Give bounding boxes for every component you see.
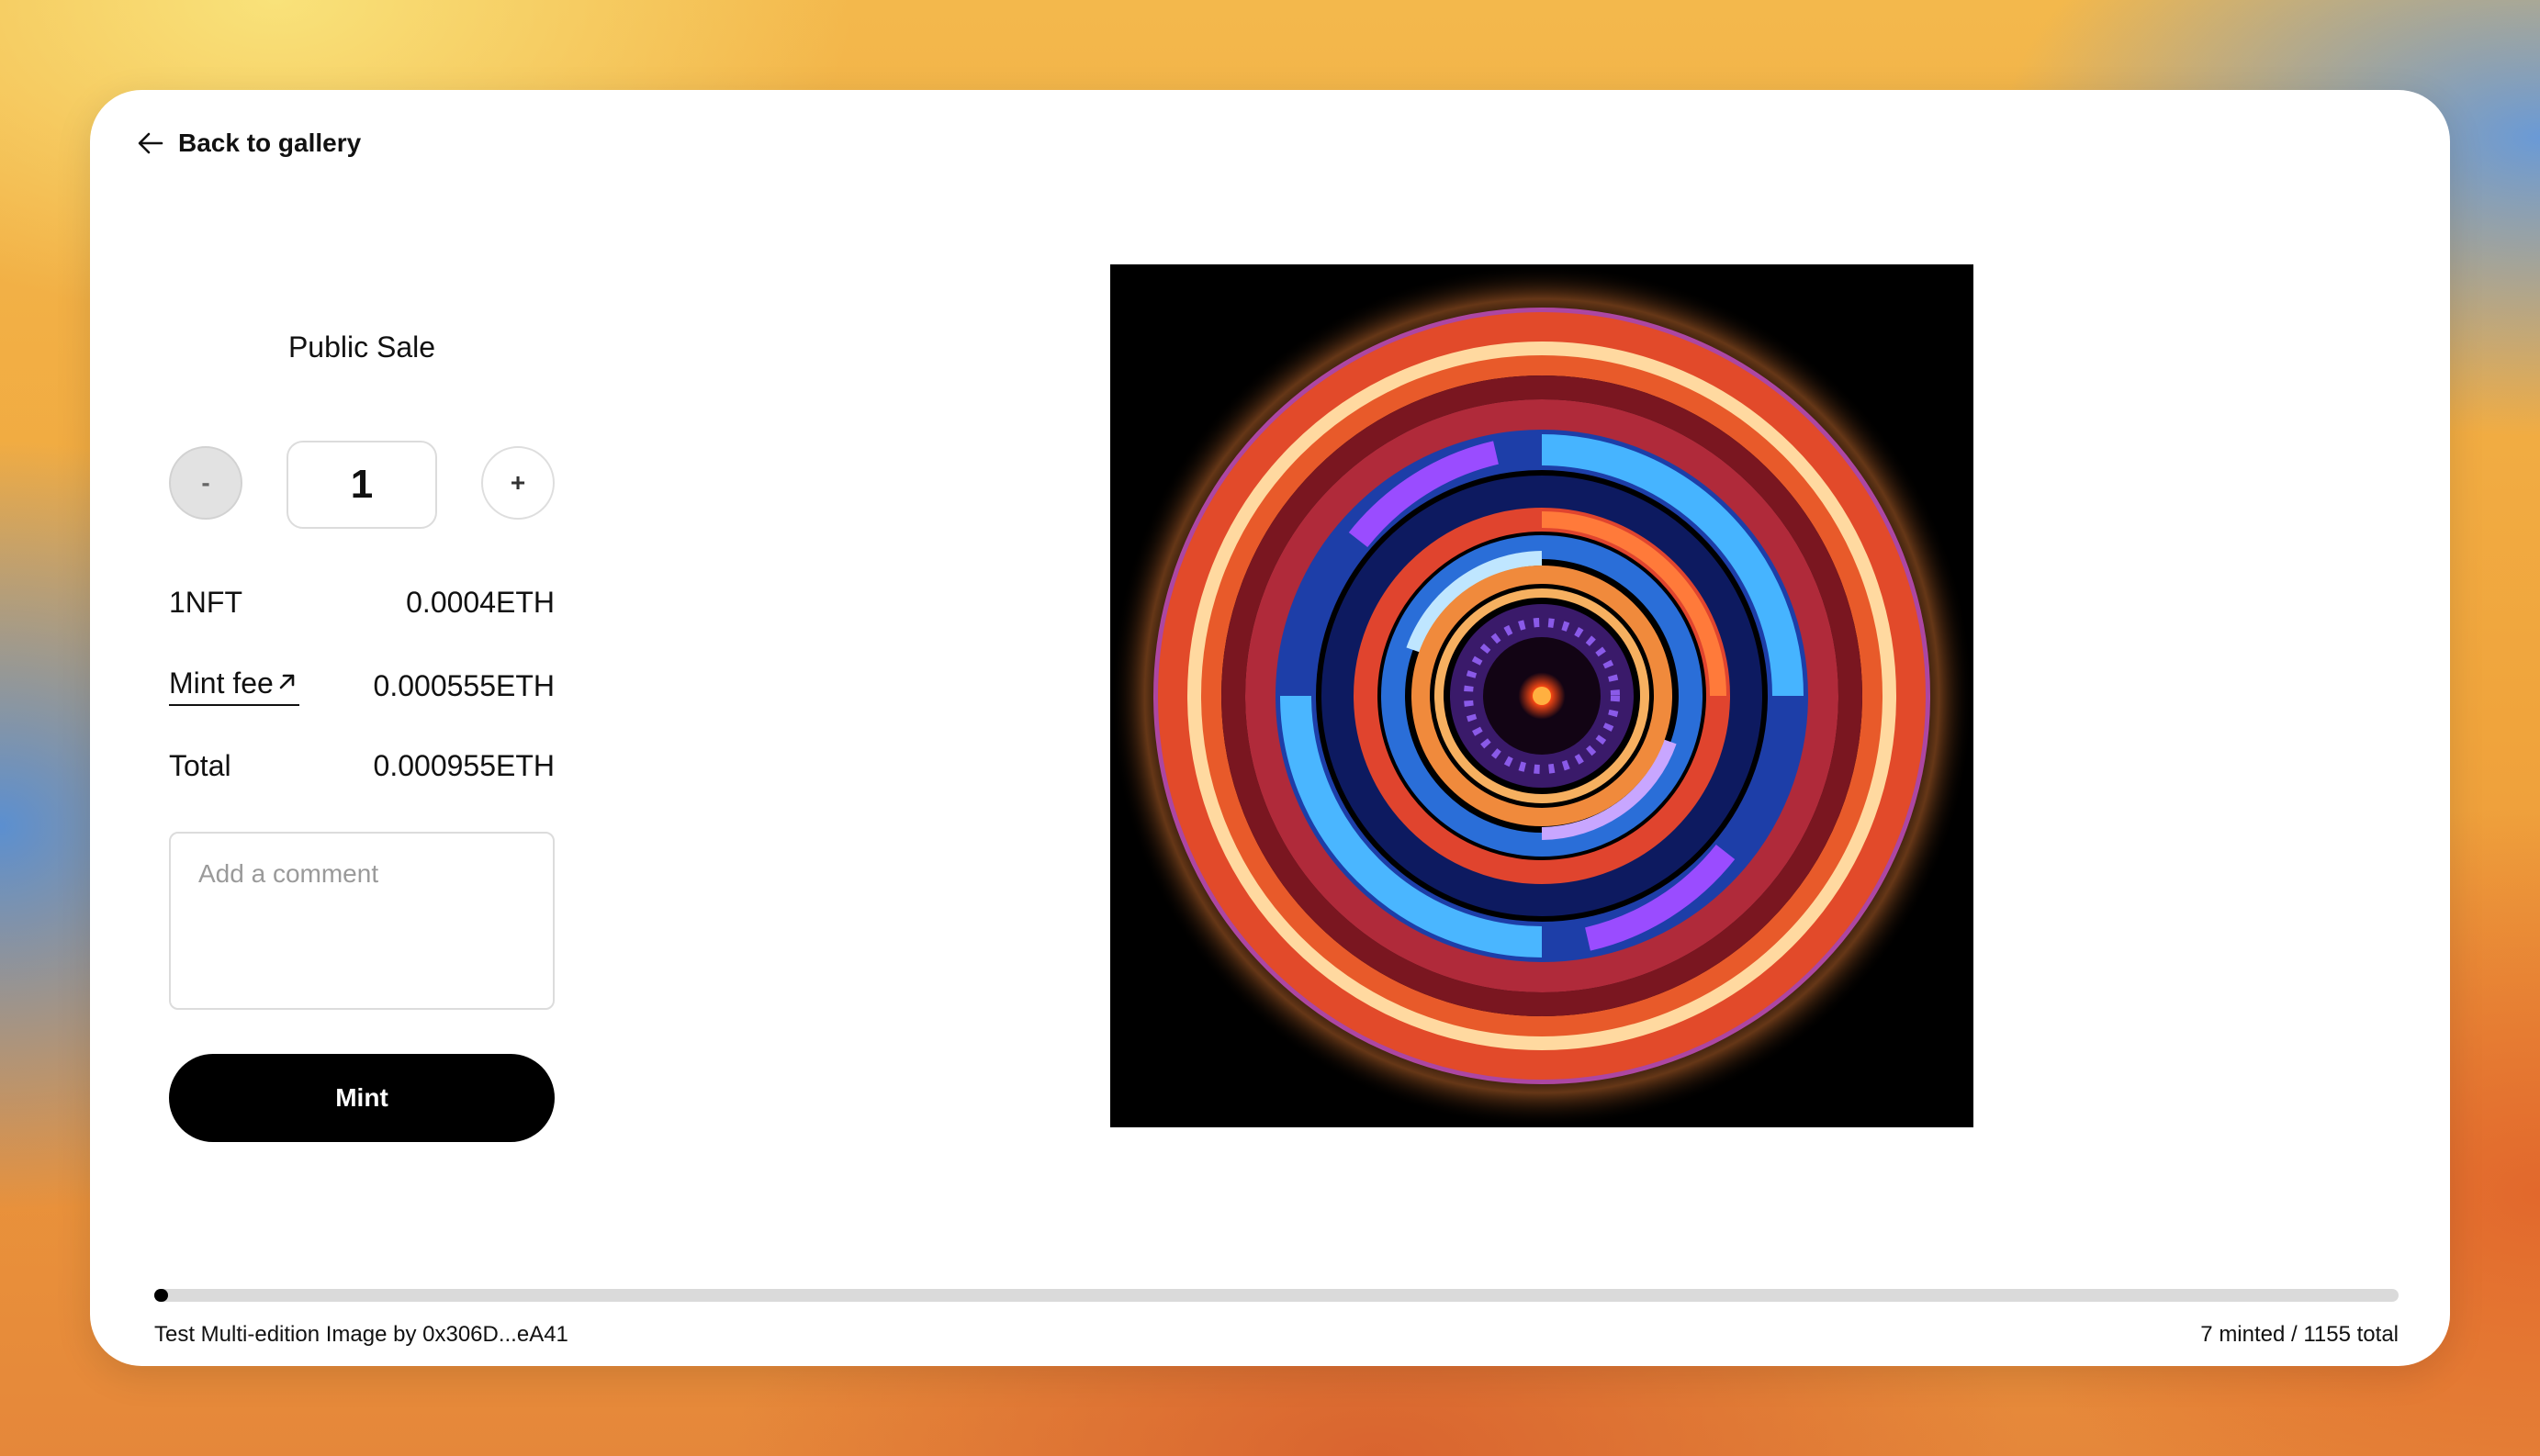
back-to-gallery-label: Back to gallery xyxy=(178,129,362,157)
mint-button[interactable]: Mint xyxy=(169,1054,555,1142)
nft-price-value: 0.0004ETH xyxy=(406,586,555,619)
sale-phase-title: Public Sale xyxy=(287,330,436,364)
mint-fee-value: 0.000555ETH xyxy=(373,669,555,702)
back-to-gallery-link[interactable]: Back to gallery xyxy=(136,129,361,158)
collection-byline: Test Multi-edition Image by 0x306D...eA4… xyxy=(154,1322,568,1347)
mint-progress-fill xyxy=(154,1289,168,1302)
external-link-arrow-icon xyxy=(275,666,299,700)
arrow-left-icon xyxy=(136,129,165,158)
comment-input[interactable] xyxy=(169,832,555,1010)
total-price-label: Total xyxy=(169,749,231,782)
increase-quantity-button[interactable]: + xyxy=(481,446,555,520)
nft-artwork-image xyxy=(1110,264,1973,1127)
quantity-value[interactable]: 1 xyxy=(287,441,437,529)
mint-fee-label: Mint fee xyxy=(169,666,274,700)
nft-price-row: 1NFT 0.0004ETH xyxy=(169,586,555,620)
mint-card: Back to gallery Public Sale - 1 + 1NFT 0… xyxy=(90,90,2450,1366)
quantity-stepper: - 1 + xyxy=(169,441,555,529)
mint-fee-link[interactable]: Mint fee xyxy=(169,666,299,706)
total-price-row: Total 0.000955ETH xyxy=(169,749,555,783)
minted-count: 7 minted / 1155 total xyxy=(2200,1322,2399,1347)
nft-price-label: 1NFT xyxy=(169,586,242,619)
decrease-quantity-button[interactable]: - xyxy=(169,446,242,520)
mint-progress-bar xyxy=(154,1289,2399,1302)
mint-fee-row: Mint fee 0.000555ETH xyxy=(169,666,555,706)
total-price-value: 0.000955ETH xyxy=(373,749,555,782)
